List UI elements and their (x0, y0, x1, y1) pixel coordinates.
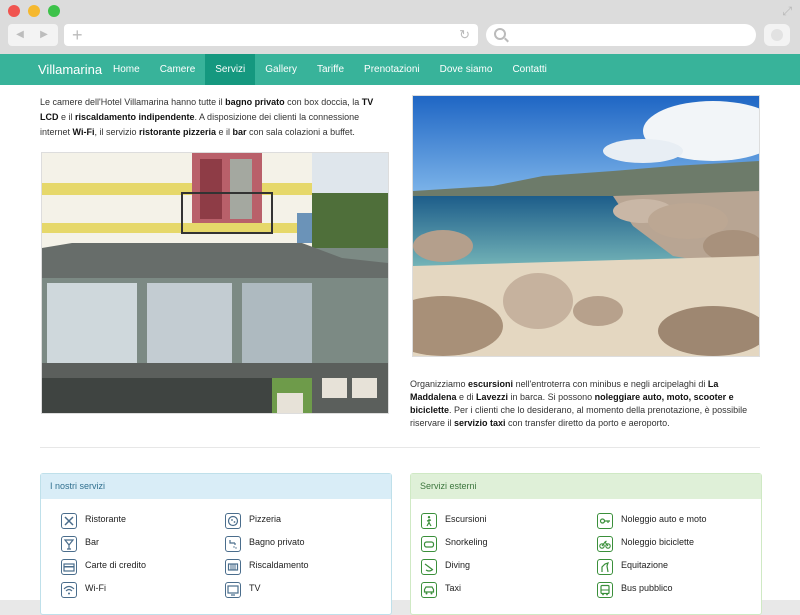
excursions-paragraph: Organizziamo escursioni nell'entroterra … (410, 379, 748, 428)
hotel-photo (41, 152, 389, 414)
menu-item-camere[interactable]: Camere (150, 54, 206, 85)
hiking-icon (421, 513, 437, 529)
diving-icon (421, 559, 437, 575)
menu-item-home[interactable]: Home (103, 54, 150, 85)
restaurant-icon (61, 513, 77, 529)
heating-icon (225, 559, 241, 575)
reload-icon[interactable]: ↻ (459, 24, 470, 46)
external-services-panel: Servizi esterni Escursioni Snorkeling Di… (410, 473, 762, 615)
browser-search-input[interactable] (486, 24, 756, 46)
taxi-icon (421, 582, 437, 598)
browser-menu-button[interactable] (764, 24, 790, 46)
history-buttons: ◀ ▶ (8, 24, 58, 46)
menu-item-servizi[interactable]: Servizi (205, 54, 256, 85)
browser-chrome: ⤢ ◀ ▶ + ↻ (0, 0, 800, 54)
menu-item-dove-siamo[interactable]: Dove siamo (430, 54, 503, 85)
pizza-icon (225, 513, 241, 529)
site-navbar: Villamarina Home Camere Servizi Gallery … (0, 54, 800, 85)
bar-icon (61, 536, 77, 552)
section-divider (40, 447, 760, 448)
search-icon (494, 28, 506, 40)
panel-title: I nostri servizi (41, 474, 391, 499)
back-arrow-icon[interactable]: ◀ (8, 24, 32, 46)
snorkel-mask-icon (421, 536, 437, 552)
bus-icon (597, 582, 613, 598)
page-content: Le camere dell'Hotel Villamarina hanno t… (0, 85, 800, 615)
forward-arrow-icon[interactable]: ▶ (32, 24, 56, 46)
close-window-button[interactable] (8, 5, 20, 17)
main-menu: Home Camere Servizi Gallery Tariffe Pren… (103, 54, 557, 85)
car-key-icon (597, 513, 613, 529)
wifi-icon (61, 582, 77, 598)
internal-services-panel: I nostri servizi Ristorante Bar Carte di… (40, 473, 392, 615)
maximize-window-button[interactable] (48, 5, 60, 17)
brand-logo[interactable]: Villamarina (38, 54, 102, 85)
minimize-window-button[interactable] (28, 5, 40, 17)
menu-item-tariffe[interactable]: Tariffe (307, 54, 354, 85)
menu-item-prenotazioni[interactable]: Prenotazioni (354, 54, 430, 85)
address-bar[interactable]: + ↻ (64, 24, 478, 46)
credit-card-icon (61, 559, 77, 575)
menu-item-gallery[interactable]: Gallery (255, 54, 307, 85)
menu-item-contatti[interactable]: Contatti (502, 54, 556, 85)
horse-icon (597, 559, 613, 575)
intro-paragraph: Le camere dell'Hotel Villamarina hanno t… (40, 97, 374, 137)
panel-title: Servizi esterni (411, 474, 761, 499)
fullscreen-icon[interactable]: ⤢ (782, 4, 792, 19)
beach-photo (412, 95, 760, 357)
bicycle-icon (597, 536, 613, 552)
shower-icon (225, 536, 241, 552)
tv-icon (225, 582, 241, 598)
new-tab-plus-icon[interactable]: + (72, 24, 83, 46)
